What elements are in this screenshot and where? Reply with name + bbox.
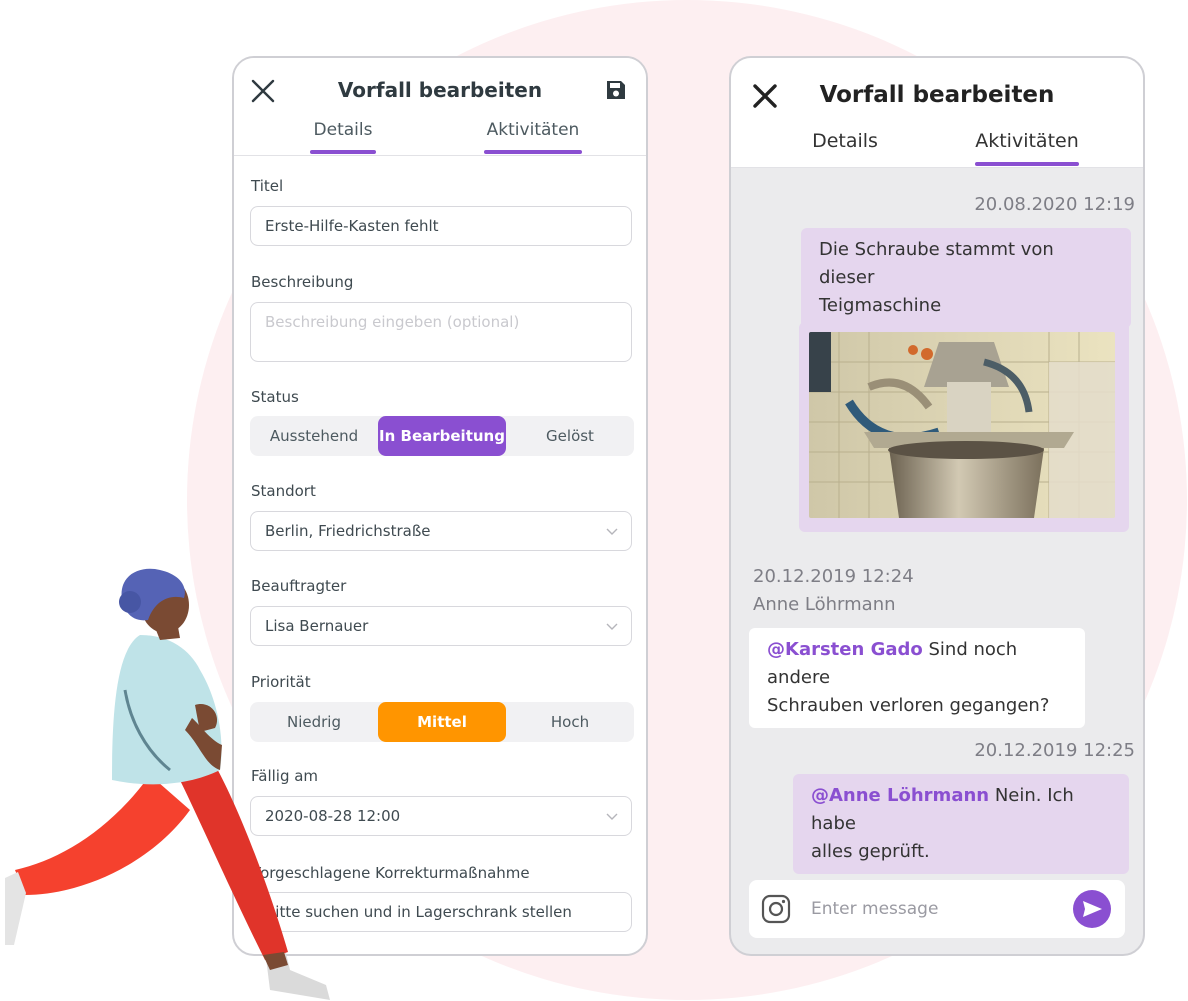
screen-title: Vorfall bearbeiten bbox=[337, 78, 543, 102]
message-timestamp: 20.12.2019 12:24 bbox=[753, 566, 914, 587]
tab-activities[interactable]: Aktivitäten bbox=[975, 130, 1079, 166]
send-icon bbox=[1083, 901, 1102, 917]
message-composer bbox=[749, 880, 1125, 938]
tab-details[interactable]: Details bbox=[809, 130, 881, 152]
description-field[interactable]: Beschreibung eingeben (optional) bbox=[250, 302, 632, 362]
message-author: Anne Löhrmann bbox=[753, 594, 896, 615]
edit-incident-activity-screen: Vorfall bearbeiten Details Aktivitäten 2… bbox=[729, 56, 1145, 956]
chevron-down-icon bbox=[606, 813, 618, 820]
user-mention[interactable]: @Karsten Gado bbox=[767, 639, 923, 660]
message-text: Teigmaschine bbox=[819, 295, 942, 316]
tab-activities-label: Aktivitäten bbox=[975, 130, 1079, 152]
status-segmented-control: Ausstehend In Bearbeitung Gelöst bbox=[250, 416, 634, 456]
description-label: Beschreibung bbox=[251, 273, 354, 291]
status-resolved-option[interactable]: Gelöst bbox=[506, 416, 634, 456]
user-mention[interactable]: @Anne Löhrmann bbox=[811, 785, 989, 806]
message-timestamp: 20.08.2020 12:19 bbox=[974, 194, 1135, 215]
message-text: Die Schraube stammt von dieser bbox=[819, 239, 1054, 288]
title-field[interactable]: Erste-Hilfe-Kasten fehlt bbox=[250, 206, 632, 246]
location-label: Standort bbox=[251, 482, 316, 500]
location-select[interactable]: Berlin, Friedrichstraße bbox=[250, 511, 632, 551]
screen-header: Vorfall bearbeiten Details Aktivitäten bbox=[731, 58, 1143, 168]
status-pending-option[interactable]: Ausstehend bbox=[250, 416, 378, 456]
priority-medium-option[interactable]: Mittel bbox=[378, 702, 506, 742]
message-timestamp: 20.12.2019 12:25 bbox=[974, 740, 1135, 761]
chat-bubble-outgoing: Die Schraube stammt von dieser Teigmasch… bbox=[801, 228, 1131, 328]
location-value: Berlin, Friedrichstraße bbox=[265, 522, 431, 540]
tab-details-label: Details bbox=[812, 130, 878, 152]
message-text: alles geprüft. bbox=[811, 841, 930, 862]
tab-activities-label: Aktivitäten bbox=[486, 120, 580, 140]
tab-indicator bbox=[484, 150, 582, 154]
chevron-down-icon bbox=[606, 528, 618, 535]
walking-person-illustration bbox=[5, 568, 330, 1000]
chat-bubble-outgoing: @Anne Löhrmann Nein. Ich habe alles gepr… bbox=[793, 774, 1129, 874]
tab-indicator bbox=[975, 162, 1079, 166]
dough-machine-photo[interactable] bbox=[809, 332, 1115, 518]
status-in-progress-option[interactable]: In Bearbeitung bbox=[378, 416, 506, 456]
priority-high-option[interactable]: Hoch bbox=[506, 702, 634, 742]
tab-details[interactable]: Details bbox=[310, 120, 376, 154]
title-label: Titel bbox=[251, 177, 284, 195]
save-icon[interactable] bbox=[604, 78, 628, 102]
screen-header: Vorfall bearbeiten Details Aktivitäten bbox=[234, 58, 646, 156]
message-text: Schrauben verloren gegangen? bbox=[767, 695, 1050, 716]
camera-icon[interactable] bbox=[761, 894, 791, 924]
tab-activities[interactable]: Aktivitäten bbox=[484, 120, 582, 154]
status-label: Status bbox=[251, 388, 299, 406]
chat-bubble-incoming: @Karsten Gado Sind noch andere Schrauben… bbox=[749, 628, 1085, 728]
message-input[interactable] bbox=[811, 896, 1061, 922]
chevron-down-icon bbox=[606, 623, 618, 630]
tab-details-label: Details bbox=[313, 120, 373, 140]
tab-indicator bbox=[310, 150, 376, 154]
screen-title: Vorfall bearbeiten bbox=[819, 82, 1055, 108]
chat-image-bubble[interactable] bbox=[799, 322, 1129, 532]
send-button[interactable] bbox=[1073, 890, 1111, 928]
